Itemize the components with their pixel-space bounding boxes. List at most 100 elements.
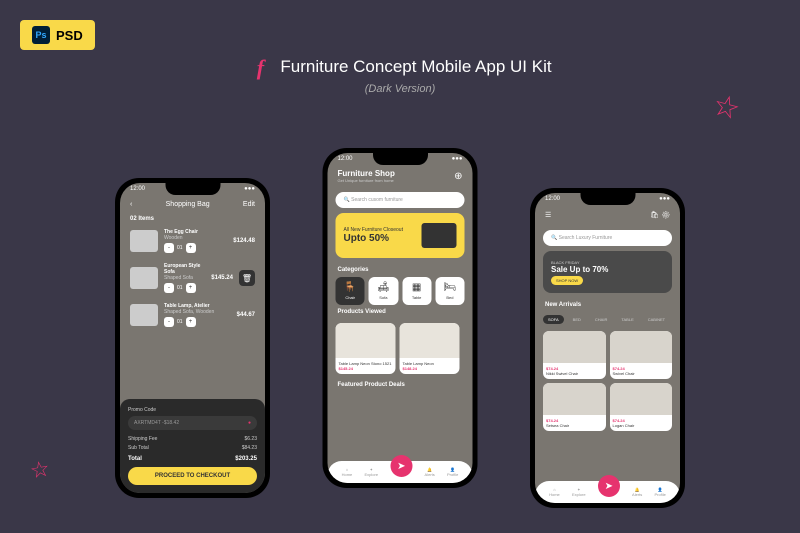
arrivals-title: New Arrivals xyxy=(535,298,680,312)
tab-cabinet[interactable]: CABINET xyxy=(643,315,670,324)
title-area: f Furniture Concept Mobile App UI Kit (D… xyxy=(248,55,551,95)
promo-label: Promo Code xyxy=(128,407,257,413)
page-title: Shopping Bag xyxy=(166,201,210,208)
qty-minus[interactable]: - xyxy=(164,283,174,293)
category-table[interactable]: ▦Table xyxy=(402,277,431,305)
viewed-title: Products Viewed xyxy=(328,305,473,319)
subtitle: (Dark Version) xyxy=(248,83,551,95)
qty-plus[interactable]: + xyxy=(186,283,196,293)
star-icon: ☆ xyxy=(709,87,744,128)
location-icon: ➤ xyxy=(397,461,405,472)
nav-explore[interactable]: ✦Explore xyxy=(365,467,379,477)
product-card[interactable]: Table Lamp Neon Stono 1521$145.24 xyxy=(336,323,396,374)
category-sofa[interactable]: 🛋Sofa xyxy=(369,277,398,305)
status-icons: ●●● xyxy=(244,186,255,192)
cart-icon[interactable]: 🛍 ⚙ xyxy=(650,211,670,219)
status-time: 12:00 xyxy=(338,156,353,162)
promo-discount: Upto 50% xyxy=(344,233,403,244)
product-image xyxy=(543,383,606,415)
product-card[interactable]: Table Lamp Neon$148.24 xyxy=(400,323,460,374)
checkout-button[interactable]: PROCEED TO CHECKOUT xyxy=(128,467,257,485)
product-card[interactable]: $74.24Logan Chair xyxy=(610,383,673,431)
product-image xyxy=(130,304,158,326)
nav-home[interactable]: ⌂Home xyxy=(342,467,353,477)
cart-footer: Promo Code AXRTMD4T -$18.42● Shipping Fe… xyxy=(120,399,265,493)
bed-icon: 🛏 xyxy=(437,282,462,293)
search-input[interactable]: 🔍 Search cusom furniture xyxy=(336,192,465,208)
qty-plus[interactable]: + xyxy=(186,317,196,327)
shipping-value: $6.23 xyxy=(244,436,257,442)
categories-title: Categories xyxy=(328,263,473,277)
back-icon[interactable]: ‹ xyxy=(130,201,132,208)
apply-icon[interactable]: ● xyxy=(248,420,251,426)
promo-input[interactable]: AXRTMD4T -$18.42● xyxy=(128,416,257,430)
edit-link[interactable]: Edit xyxy=(243,201,255,208)
bottom-nav: ⌂Home ✦Explore ➤ 🔔Alerts 👤Profile xyxy=(535,481,680,503)
subtotal-label: Sub Total xyxy=(128,445,149,451)
tab-table[interactable]: TABLE xyxy=(616,315,638,324)
product-name: Nikki Swivel Chair xyxy=(546,371,603,376)
product-sub: Wooden xyxy=(164,235,227,241)
nav-explore[interactable]: ✦Explore xyxy=(572,487,586,497)
menu-icon[interactable]: ☰ xyxy=(545,211,551,219)
badge-text: PSD xyxy=(56,28,83,43)
cart-item: Table Lamp, Atelier Shaped Sofa, Wooden … xyxy=(120,298,265,332)
product-price: $124.48 xyxy=(233,238,255,244)
total-label: Total xyxy=(128,456,142,462)
tab-chair[interactable]: CHAIR xyxy=(590,315,612,324)
nav-profile[interactable]: 👤Profile xyxy=(655,487,666,497)
table-icon: ▦ xyxy=(404,282,429,293)
qty-value: 01 xyxy=(177,319,183,325)
qty-value: 01 xyxy=(177,285,183,291)
qty-minus[interactable]: - xyxy=(164,243,174,253)
total-value: $203.25 xyxy=(235,456,257,462)
tab-sofa[interactable]: SOFA xyxy=(543,315,564,324)
product-image xyxy=(336,323,396,358)
subtotal-value: $84.23 xyxy=(242,445,257,451)
item-count: 02 Items xyxy=(120,214,265,224)
psd-badge: Ps PSD xyxy=(20,20,95,50)
nav-fab-button[interactable]: ➤ xyxy=(598,475,620,497)
chair-icon: 🪑 xyxy=(338,282,363,293)
qty-value: 01 xyxy=(177,245,183,251)
product-price: $145.24 xyxy=(211,275,233,281)
nav-alerts[interactable]: 🔔Alerts xyxy=(425,467,435,477)
nav-profile[interactable]: 👤Profile xyxy=(447,467,458,477)
shop-subtitle: Get Unique furniture from home xyxy=(338,178,395,183)
nav-alerts[interactable]: 🔔Alerts xyxy=(632,487,642,497)
qty-plus[interactable]: + xyxy=(186,243,196,253)
product-image xyxy=(400,323,460,358)
product-image xyxy=(130,267,158,289)
phone-notch xyxy=(165,183,220,195)
category-bed[interactable]: 🛏Bed xyxy=(435,277,464,305)
banner-title: Sale Up to 70% xyxy=(551,265,608,274)
search-icon: 🔍 xyxy=(344,197,350,203)
sofa-icon: 🛋 xyxy=(371,282,396,293)
tab-bed[interactable]: BED xyxy=(568,315,586,324)
promo-banner[interactable]: All New Furniture Closeout Upto 50% xyxy=(336,213,465,258)
status-time: 12:00 xyxy=(130,186,145,192)
bottom-nav: ⌂Home ✦Explore ➤ 🔔Alerts 👤Profile xyxy=(328,461,473,483)
product-sub: Shaped Sofa, Wooden xyxy=(164,309,231,315)
search-icon: 🔍 xyxy=(551,235,557,241)
qty-minus[interactable]: - xyxy=(164,317,174,327)
app-logo-icon: f xyxy=(248,55,272,79)
product-name: European Style Sofa xyxy=(164,263,205,275)
delete-icon[interactable]: 🗑 xyxy=(239,270,255,286)
product-name: Logan Chair xyxy=(613,423,670,428)
phone-notch xyxy=(580,193,635,205)
product-price: $44.67 xyxy=(237,312,255,318)
product-card[interactable]: $74.24Nikki Swivel Chair xyxy=(543,331,606,379)
nav-fab-button[interactable]: ➤ xyxy=(390,455,412,477)
menu-icon[interactable]: ⊕ xyxy=(454,171,462,182)
sale-banner[interactable]: BLACK FRIDAY Sale Up to 70% SHOP NOW xyxy=(543,251,672,293)
star-icon: ☆ xyxy=(28,455,52,484)
product-image xyxy=(610,331,673,363)
product-card[interactable]: $74.24Swivel Chair xyxy=(610,331,673,379)
category-chair[interactable]: 🪑Chair xyxy=(336,277,365,305)
phone-mockup-explore: 12:00●●● ☰🛍 ⚙ 🔍 Search Luxury Furniture … xyxy=(530,188,685,508)
nav-home[interactable]: ⌂Home xyxy=(549,487,560,497)
product-card[interactable]: $74.24Setsea Chair xyxy=(543,383,606,431)
search-input[interactable]: 🔍 Search Luxury Furniture xyxy=(543,230,672,246)
shop-now-button[interactable]: SHOP NOW xyxy=(551,276,583,285)
